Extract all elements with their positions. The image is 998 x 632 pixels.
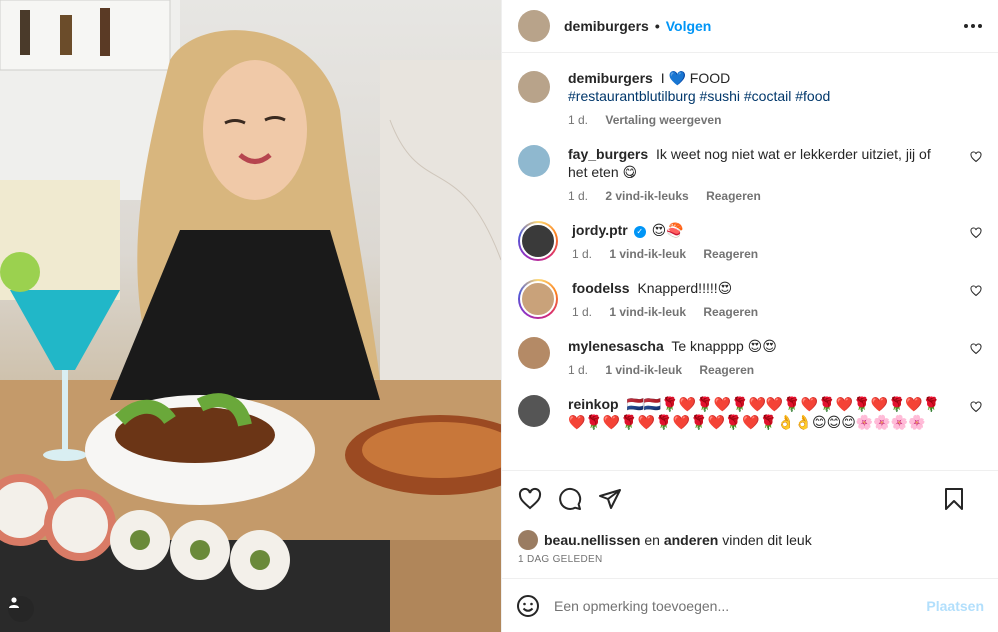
user-tag-icon[interactable] bbox=[8, 596, 34, 622]
hashtag-link[interactable]: #restaurantblutilburg bbox=[568, 88, 696, 104]
post-panel: demiburgers • Volgen demiburgers I 💙 FOO… bbox=[501, 0, 998, 632]
comment-age: 1 d. bbox=[568, 189, 589, 203]
liker-username[interactable]: beau.nellissen bbox=[544, 532, 640, 548]
add-comment-bar: Plaatsen bbox=[502, 578, 998, 632]
share-icon[interactable] bbox=[598, 487, 622, 511]
more-icon[interactable] bbox=[964, 17, 982, 35]
reply-button[interactable]: Reageren bbox=[703, 247, 758, 261]
bookmark-icon[interactable] bbox=[942, 487, 966, 511]
action-bar bbox=[502, 470, 998, 526]
comment-likes[interactable]: 1 vind-ik-leuk bbox=[609, 305, 686, 319]
post-comment-button[interactable]: Plaatsen bbox=[926, 598, 984, 614]
separator-dot: • bbox=[654, 18, 660, 34]
comment-item: foodelss Knapperd!!!!!😍 1 d. 1 vind-ik-l… bbox=[518, 279, 982, 319]
author-username[interactable]: demiburgers bbox=[564, 18, 649, 34]
reply-button[interactable]: Reageren bbox=[706, 189, 761, 203]
heart-icon[interactable] bbox=[970, 401, 982, 413]
commenter-avatar[interactable] bbox=[518, 145, 550, 177]
comments-list: demiburgers I 💙 FOOD #restaurantblutilbu… bbox=[502, 53, 998, 470]
caption-avatar[interactable] bbox=[518, 71, 550, 103]
reply-button[interactable]: Reageren bbox=[703, 305, 758, 319]
story-ring[interactable] bbox=[518, 221, 558, 261]
comment-item: fay_burgers Ik weet nog niet wat er lekk… bbox=[518, 145, 982, 203]
follow-button[interactable]: Volgen bbox=[666, 18, 712, 34]
author-avatar[interactable] bbox=[518, 10, 550, 42]
heart-icon[interactable] bbox=[970, 151, 982, 163]
hashtag-link[interactable]: #coctail bbox=[744, 88, 791, 104]
comment-item: jordy.ptr ✓ 😍🍣 1 d. 1 vind-ik-leuk Reager… bbox=[518, 221, 982, 261]
commenter-username[interactable]: foodelss bbox=[572, 280, 630, 296]
likes-others-link[interactable]: anderen bbox=[664, 532, 718, 548]
comment-item: mylenesascha Te knapppp 😍😍 1 d. 1 vind-i… bbox=[518, 337, 982, 377]
comment-likes[interactable]: 1 vind-ik-leuk bbox=[609, 247, 686, 261]
likes-summary: beau.nellissen en anderen vinden dit leu… bbox=[502, 526, 998, 554]
emoji-icon[interactable] bbox=[516, 594, 540, 618]
liker-avatar[interactable] bbox=[518, 530, 538, 550]
post-date: 1 DAG GELEDEN bbox=[518, 554, 603, 565]
caption-text: I 💙 FOOD bbox=[660, 70, 731, 86]
heart-icon[interactable] bbox=[970, 227, 982, 239]
translate-button[interactable]: Vertaling weergeven bbox=[605, 113, 721, 127]
caption: demiburgers I 💙 FOOD #restaurantblutilbu… bbox=[518, 69, 982, 127]
hashtag-link[interactable]: #sushi bbox=[700, 88, 740, 104]
heart-icon[interactable] bbox=[518, 487, 542, 511]
reply-button[interactable]: Reageren bbox=[699, 363, 754, 377]
comment-text: Te knapppp 😍😍 bbox=[671, 338, 777, 354]
commenter-username[interactable]: jordy.ptr bbox=[572, 222, 628, 238]
comment-text: Knapperd!!!!!😍 bbox=[637, 280, 733, 296]
comment-likes[interactable]: 2 vind-ik-leuks bbox=[605, 189, 688, 203]
comment-input[interactable] bbox=[554, 597, 927, 614]
heart-icon[interactable] bbox=[970, 285, 982, 297]
comment-text: 😍🍣 bbox=[651, 222, 684, 238]
story-ring[interactable] bbox=[518, 279, 558, 319]
comment-text: 🇳🇱🇳🇱🌹❤️🌹❤️🌹❤️❤️🌹❤️🌹❤️🌹❤️🌹❤️🌹❤️🌹❤️🌹❤️🌹❤️🌹… bbox=[568, 396, 941, 430]
post-header: demiburgers • Volgen bbox=[502, 0, 998, 53]
comment-age: 1 d. bbox=[568, 363, 589, 377]
verified-badge-icon: ✓ bbox=[633, 226, 646, 238]
commenter-avatar[interactable] bbox=[518, 337, 550, 369]
likes-suffix: vinden dit leuk bbox=[722, 532, 812, 548]
commenter-avatar[interactable] bbox=[518, 395, 550, 427]
commenter-username[interactable]: mylenesascha bbox=[568, 338, 664, 354]
caption-age: 1 d. bbox=[568, 113, 589, 127]
caption-username[interactable]: demiburgers bbox=[568, 70, 653, 86]
hashtag-link[interactable]: #food bbox=[795, 88, 830, 104]
post-photo[interactable] bbox=[0, 0, 501, 632]
comment-likes[interactable]: 1 vind-ik-leuk bbox=[605, 363, 682, 377]
comment-icon[interactable] bbox=[558, 487, 582, 511]
comment-age: 1 d. bbox=[572, 247, 593, 261]
heart-icon[interactable] bbox=[970, 343, 982, 355]
photo-illustration bbox=[0, 0, 501, 632]
likes-joiner: en bbox=[644, 532, 660, 548]
comment-age: 1 d. bbox=[572, 305, 593, 319]
comment-item: reinkop 🇳🇱🇳🇱🌹❤️🌹❤️🌹❤️❤️🌹❤️🌹❤️🌹❤️🌹❤️🌹❤️🌹❤… bbox=[518, 395, 982, 431]
commenter-username[interactable]: fay_burgers bbox=[568, 146, 648, 162]
commenter-username[interactable]: reinkop bbox=[568, 396, 619, 412]
